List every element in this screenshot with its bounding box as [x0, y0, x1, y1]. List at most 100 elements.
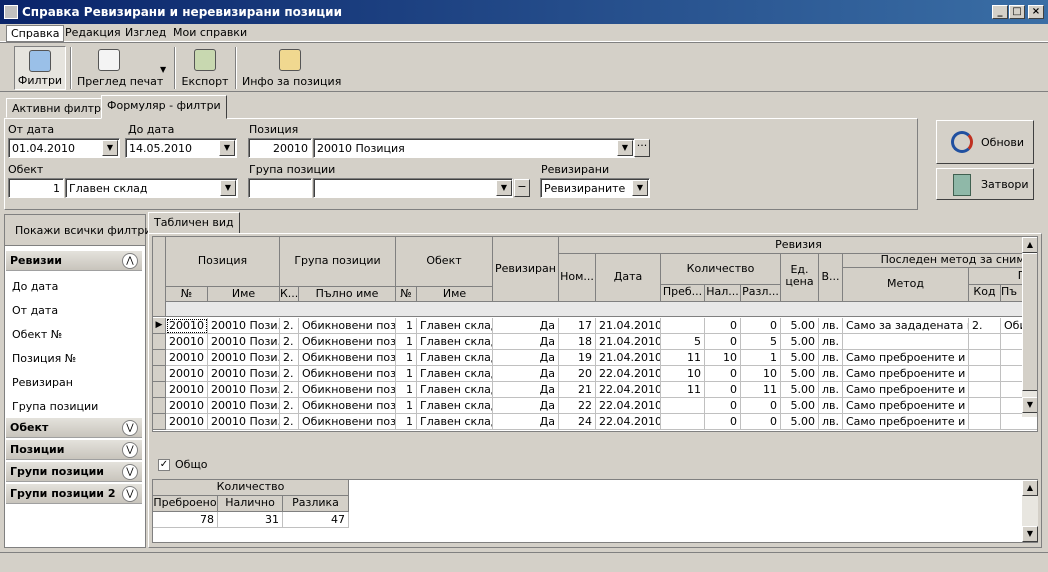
filter-row[interactable]	[166, 302, 1037, 317]
sidebar-item[interactable]: Позиция №	[12, 352, 76, 365]
tab-active-filters[interactable]: Активни филтри	[6, 98, 115, 118]
table-cell[interactable]: Обикновени поз...	[299, 334, 396, 350]
table-cell[interactable]: 5.00	[781, 398, 819, 414]
table-cell[interactable]: 0	[705, 318, 741, 334]
table-cell[interactable]	[661, 398, 705, 414]
chevron-down-icon[interactable]: ▼	[220, 180, 236, 196]
chevron-down-icon[interactable]: ⋁	[122, 464, 138, 480]
table-cell[interactable]: 5.00	[781, 414, 819, 430]
sidebar-section-position-groups-2[interactable]: Групи позиции 2 ⋁	[6, 484, 142, 504]
table-cell[interactable]: лв.	[819, 350, 843, 366]
table-cell[interactable]: Само преброените и о...	[843, 398, 969, 414]
table-cell[interactable]: 10	[705, 350, 741, 366]
table-cell[interactable]: 20010	[166, 414, 208, 430]
chevron-down-icon[interactable]: ▼	[160, 65, 166, 74]
table-cell[interactable]: Само преброените и о...	[843, 382, 969, 398]
table-cell[interactable]: 1	[396, 350, 417, 366]
scroll-up-icon[interactable]: ▲	[1022, 480, 1038, 496]
browse-position-button[interactable]: ···	[634, 139, 650, 157]
filters-button[interactable]: Филтри	[14, 46, 66, 90]
table-cell[interactable]: 20010 Пози...	[208, 398, 280, 414]
table-cell[interactable]: 0	[741, 318, 781, 334]
table-cell[interactable]: лв.	[819, 398, 843, 414]
tab-form-filters[interactable]: Формуляр - филтри	[101, 95, 227, 119]
menu-report[interactable]: Справка	[6, 25, 65, 42]
table-cell[interactable]: 11	[661, 382, 705, 398]
table-cell[interactable]: 22.04.2010	[596, 382, 661, 398]
scroll-down-icon[interactable]: ▼	[1022, 397, 1037, 413]
show-all-filters-button[interactable]: Покажи всички филтри	[4, 214, 152, 246]
table-cell[interactable]: 5.00	[781, 318, 819, 334]
table-cell[interactable]: 5.00	[781, 350, 819, 366]
table-cell[interactable]: Да	[493, 366, 559, 382]
row-indicator[interactable]	[153, 382, 166, 398]
table-cell[interactable]: 20010	[166, 382, 208, 398]
row-indicator[interactable]	[153, 366, 166, 382]
table-cell[interactable]: 0	[705, 398, 741, 414]
table-cell[interactable]: Обикновени поз...	[299, 398, 396, 414]
table-cell[interactable]: 1	[396, 382, 417, 398]
minimize-button[interactable]: _	[992, 5, 1008, 19]
table-cell[interactable]: 21.04.2010	[596, 334, 661, 350]
chevron-down-icon[interactable]: ⋁	[122, 442, 138, 458]
table-cell[interactable]: 11	[661, 350, 705, 366]
table-cell[interactable]: Да	[493, 398, 559, 414]
sidebar-item[interactable]: Група позиции	[12, 400, 98, 413]
table-cell[interactable]: Само преброените и о...	[843, 350, 969, 366]
table-cell[interactable]: 2.	[280, 350, 299, 366]
table-cell[interactable]: 17	[559, 318, 596, 334]
table-cell[interactable]: Да	[493, 318, 559, 334]
close-window-button[interactable]: ×	[1028, 5, 1044, 19]
table-cell[interactable]: Главен склад	[417, 382, 493, 398]
sidebar-item[interactable]: Обект №	[12, 328, 62, 341]
table-cell[interactable]: 5.00	[781, 382, 819, 398]
menu-view[interactable]: Изглед	[121, 25, 170, 40]
sidebar-item[interactable]: До дата	[12, 280, 58, 293]
table-cell[interactable]: Да	[493, 350, 559, 366]
scroll-down-icon[interactable]: ▼	[1022, 526, 1038, 542]
menu-edit[interactable]: Редакция	[61, 25, 125, 40]
table-cell[interactable]: Обикновени поз...	[299, 318, 396, 334]
chevron-down-icon[interactable]: ▼	[219, 140, 235, 156]
table-cell[interactable]: 20010 Пози...	[208, 350, 280, 366]
chevron-down-icon[interactable]: ⋁	[122, 486, 138, 502]
table-cell[interactable]: 20010	[166, 350, 208, 366]
table-cell[interactable]: 20010 Пози...	[208, 414, 280, 430]
table-cell[interactable]: 2.	[280, 398, 299, 414]
scroll-up-icon[interactable]: ▲	[1022, 237, 1037, 253]
print-preview-button[interactable]: Преглед печат	[74, 46, 163, 90]
position-code-field[interactable]: 20010	[248, 138, 312, 158]
chevron-down-icon[interactable]: ▼	[496, 180, 512, 196]
table-cell[interactable]: Главен склад	[417, 318, 493, 334]
table-cell[interactable]: 1	[741, 350, 781, 366]
chevron-down-icon[interactable]: ▼	[102, 140, 118, 156]
table-cell[interactable]: 19	[559, 350, 596, 366]
table-cell[interactable]: Главен склад	[417, 366, 493, 382]
table-cell[interactable]: 5	[741, 334, 781, 350]
table-cell[interactable]: 20010	[166, 398, 208, 414]
table-cell[interactable]: 1	[396, 398, 417, 414]
table-cell[interactable]	[969, 334, 1001, 350]
table-cell[interactable]: 1	[396, 318, 417, 334]
chevron-up-icon[interactable]: ⋀	[122, 253, 138, 269]
table-cell[interactable]: 22.04.2010	[596, 366, 661, 382]
row-indicator[interactable]	[153, 334, 166, 350]
table-cell[interactable]: лв.	[819, 334, 843, 350]
table-cell[interactable]	[661, 318, 705, 334]
table-cell[interactable]: 2.	[280, 334, 299, 350]
menu-my-reports[interactable]: Мои справки	[169, 25, 251, 40]
table-cell[interactable]: 24	[559, 414, 596, 430]
table-cell[interactable]: Да	[493, 414, 559, 430]
row-indicator[interactable]: ▶	[153, 318, 166, 334]
table-cell[interactable]: 2.	[280, 318, 299, 334]
table-cell[interactable]: Само за зададената г...	[843, 318, 969, 334]
refresh-button[interactable]: Обнови	[936, 120, 1034, 164]
table-cell[interactable]: 22	[559, 398, 596, 414]
table-cell[interactable]	[969, 398, 1001, 414]
sidebar-section-positions[interactable]: Позиции ⋁	[6, 440, 142, 460]
row-indicator[interactable]	[153, 398, 166, 414]
table-cell[interactable]: 22.04.2010	[596, 398, 661, 414]
table-cell[interactable]: 1	[396, 414, 417, 430]
table-cell[interactable]: лв.	[819, 382, 843, 398]
table-cell[interactable]: 21	[559, 382, 596, 398]
